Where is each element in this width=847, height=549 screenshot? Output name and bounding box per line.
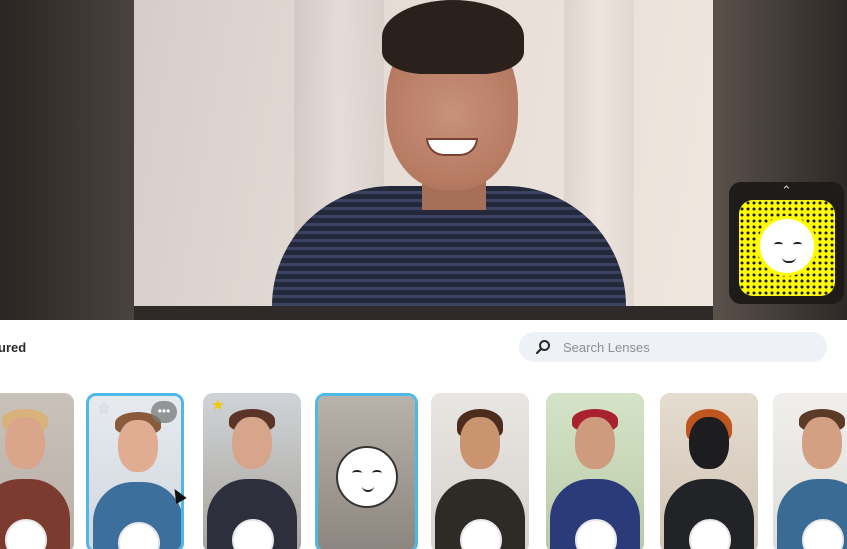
lens-face-icon [757, 216, 817, 276]
search-icon [535, 340, 550, 355]
snapcode-card[interactable]: ⌃ [729, 182, 844, 304]
camera-preview: ⌃ [0, 0, 847, 320]
snap-camera-window: ⌃ ured Search Lenses ☆ ••• ★ [0, 0, 847, 549]
emoji-face-icon [336, 446, 398, 508]
preview-letterbox-left [0, 0, 134, 320]
lens-tile-puppy[interactable] [0, 393, 74, 549]
lens-tile-mustache[interactable] [773, 393, 847, 549]
search-lenses-input[interactable] [563, 332, 813, 362]
section-title-featured: ured [0, 340, 27, 355]
chevron-up-icon[interactable]: ⌃ [729, 182, 844, 200]
lens-carousel: ☆ ••• ★ [0, 393, 847, 549]
lens-tile-panda-mask[interactable] [660, 393, 758, 549]
webcam-video [134, 0, 713, 306]
lens-tile-emoji-face[interactable] [315, 393, 418, 549]
search-bar[interactable] [519, 332, 827, 362]
lens-tile-big-mouth[interactable]: ☆ ••• [86, 393, 184, 549]
lens-tile-flower-crown[interactable]: ★ [203, 393, 301, 549]
lens-tile-curly-hair[interactable] [431, 393, 529, 549]
more-options-button[interactable]: ••• [151, 401, 177, 423]
snapcode-icon[interactable] [739, 200, 835, 296]
favorite-star-icon[interactable]: ☆ [95, 400, 113, 418]
lens-tray: ured ☆ ••• [0, 320, 847, 549]
favorite-star-icon[interactable]: ★ [209, 397, 227, 415]
lens-tile-devil-horns[interactable] [546, 393, 644, 549]
